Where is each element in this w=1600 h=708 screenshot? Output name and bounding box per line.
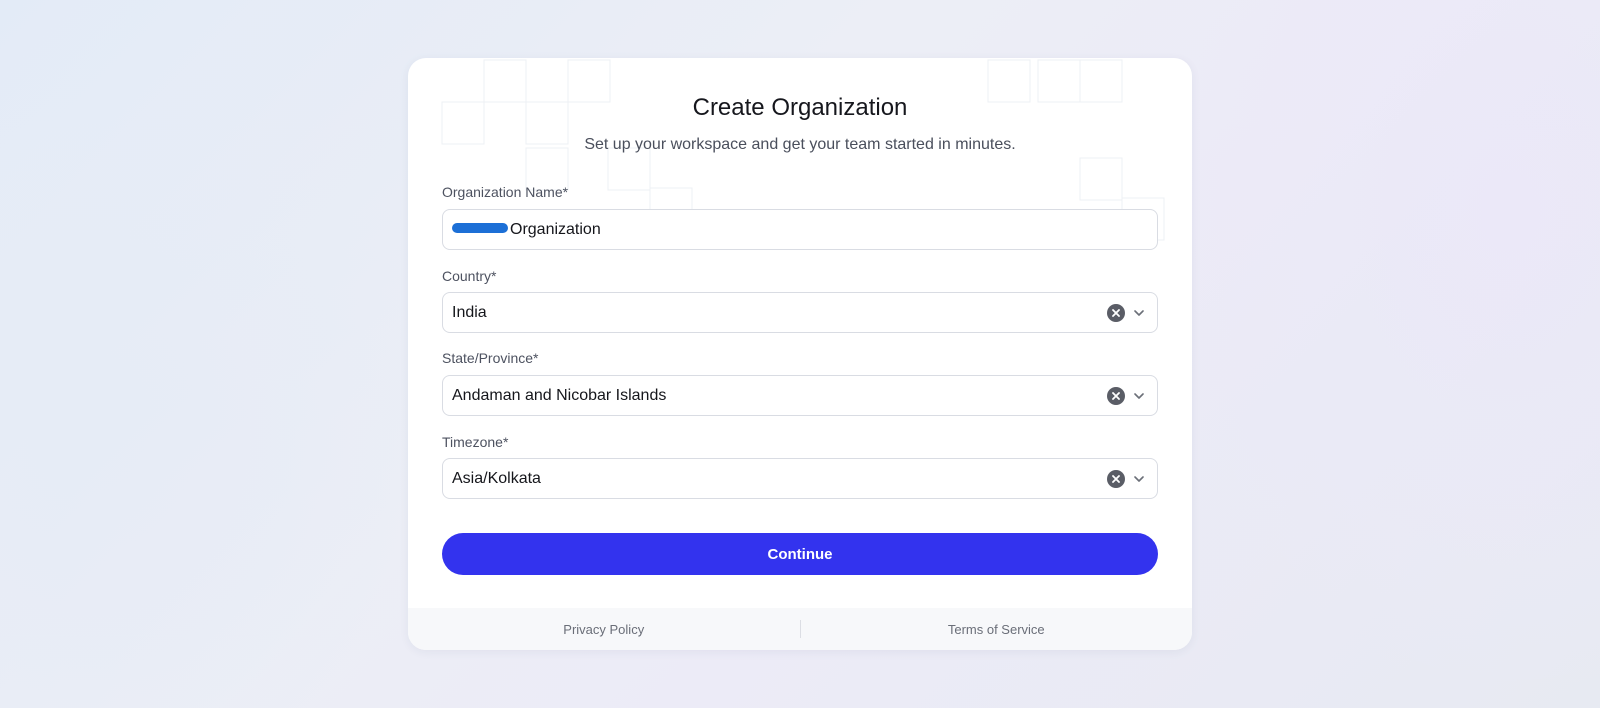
footer: Privacy Policy Terms of Service: [408, 608, 1192, 650]
timezone-value: Asia/Kolkata: [452, 469, 541, 487]
create-organization-card: Create Organization Set up your workspac…: [408, 58, 1192, 650]
chevron-down-icon[interactable]: [1129, 386, 1149, 406]
background-glow-left: [0, 0, 450, 708]
clear-icon[interactable]: [1107, 386, 1125, 405]
organization-name-input[interactable]: Organization: [442, 209, 1158, 250]
state-select[interactable]: Andaman and Nicobar Islands: [442, 375, 1158, 416]
country-label: Country*: [442, 268, 497, 284]
terms-of-service-link[interactable]: Terms of Service: [801, 622, 1193, 637]
timezone-label: Timezone*: [442, 434, 509, 450]
page-title: Create Organization: [692, 94, 908, 121]
country-select[interactable]: India: [442, 292, 1158, 333]
chevron-down-icon[interactable]: [1129, 303, 1149, 323]
state-value: Andaman and Nicobar Islands: [452, 386, 667, 404]
organization-name-value: Organization: [510, 220, 601, 238]
redaction-mark: [452, 223, 508, 234]
page-subtitle: Set up your workspace and get your team …: [584, 136, 1016, 153]
timezone-select[interactable]: Asia/Kolkata: [442, 458, 1158, 499]
organization-name-value-wrap: Organization: [452, 221, 1157, 239]
privacy-policy-link[interactable]: Privacy Policy: [408, 622, 800, 637]
organization-name-label: Organization Name*: [442, 184, 569, 200]
chevron-down-icon[interactable]: [1129, 469, 1149, 489]
country-value: India: [452, 303, 487, 321]
clear-icon[interactable]: [1107, 303, 1125, 322]
background-glow-right: [1150, 0, 1600, 708]
continue-button[interactable]: Continue: [442, 533, 1158, 575]
clear-icon[interactable]: [1107, 469, 1125, 488]
state-label: State/Province*: [442, 350, 539, 366]
